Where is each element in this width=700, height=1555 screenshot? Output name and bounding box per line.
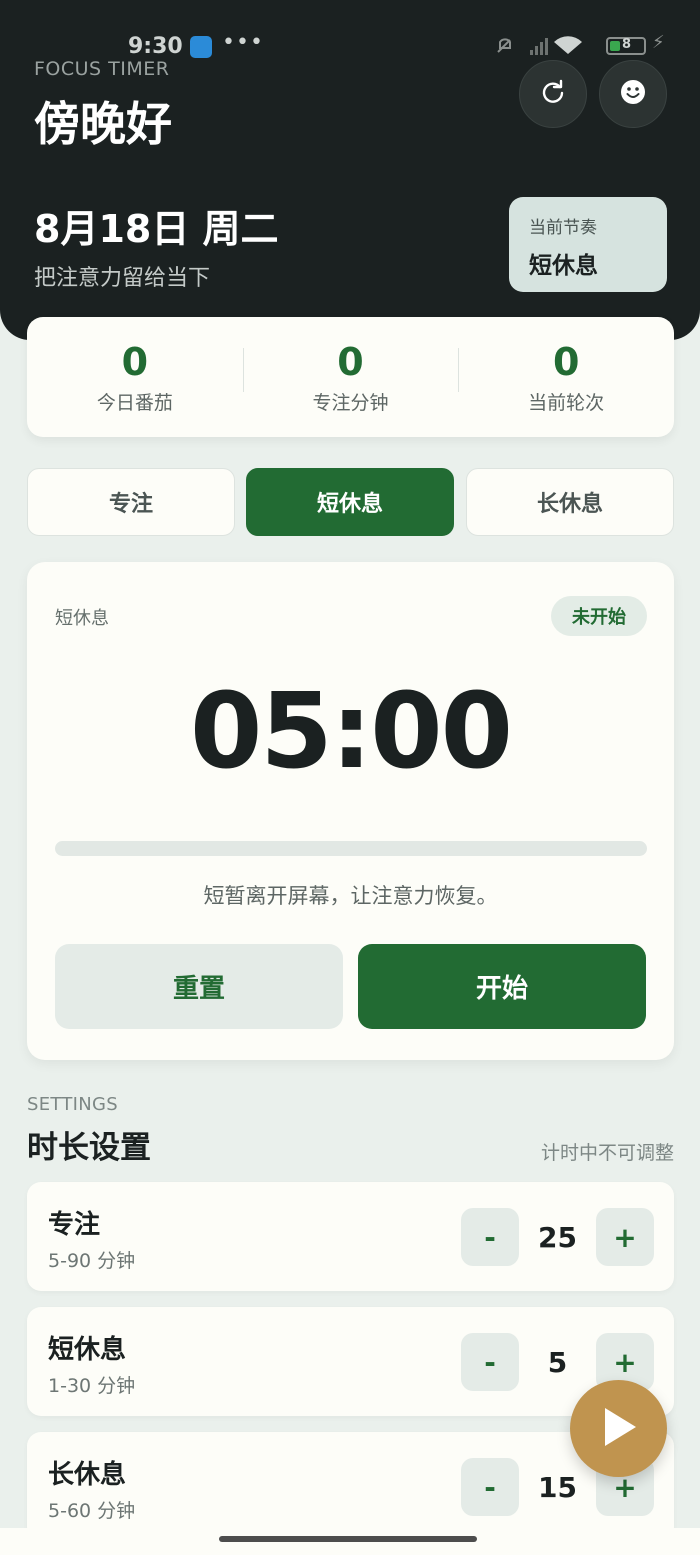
refresh-icon <box>540 79 566 109</box>
reset-button[interactable]: 重置 <box>55 944 343 1029</box>
start-button[interactable]: 开始 <box>358 944 646 1029</box>
stat-current-round: 0 当前轮次 <box>458 340 674 415</box>
stat-value: 0 <box>121 339 149 384</box>
timer-card: 短休息 未开始 05:00 短暂离开屏幕，让注意力恢复。 重置 开始 <box>27 562 674 1060</box>
stat-value: 0 <box>337 339 364 384</box>
setting-name: 短休息 <box>48 1335 127 1365</box>
stat-label: 今日番茄 <box>96 391 173 414</box>
current-rhythm-card: 当前节奏 短休息 <box>509 197 667 292</box>
settings-eyebrow: SETTINGS <box>27 1094 119 1115</box>
stat-today-pomodoros: 0 今日番茄 <box>27 340 243 415</box>
more-notifications-icon: ••• <box>222 30 264 55</box>
stat-focus-minutes: 0 专注分钟 <box>242 339 459 415</box>
header-subtitle: 把注意力留给当下 <box>34 266 211 291</box>
stat-label: 专注分钟 <box>312 391 389 414</box>
signal-wifi-icons <box>494 34 594 63</box>
tab-long-break[interactable]: 长休息 <box>466 468 674 536</box>
stat-value: 0 <box>552 339 580 384</box>
timer-display: 05:00 <box>189 670 513 792</box>
focus-duration-value: 25 <box>538 1220 577 1254</box>
greeting-title: 傍晚好 <box>34 97 172 151</box>
timer-progress-bar <box>55 841 647 856</box>
status-badge: 未开始 <box>551 596 647 636</box>
stat-label: 当前轮次 <box>528 391 605 414</box>
settings-title: 时长设置 <box>27 1130 151 1166</box>
date-label: 8月18日 周二 <box>34 207 279 251</box>
home-indicator[interactable] <box>219 1536 477 1542</box>
timer-hint: 短暂离开屏幕，让注意力恢复。 <box>203 884 498 908</box>
smiley-icon <box>620 79 646 109</box>
tab-short-break[interactable]: 短休息 <box>246 468 454 536</box>
charging-icon: ⚡ <box>652 32 665 53</box>
settings-note: 计时中不可调整 <box>540 1142 674 1164</box>
status-time: 9:30 <box>128 34 183 59</box>
setting-name: 专注 <box>48 1210 101 1240</box>
setting-row-focus: 专注 5-90 分钟 - 25 + <box>27 1182 674 1291</box>
theme-button[interactable] <box>599 60 667 128</box>
tab-focus[interactable]: 专注 <box>27 468 235 536</box>
app-eyebrow: FOCUS TIMER <box>34 58 170 80</box>
header: 9:30 ••• 8 ⚡ FOCUS TIMER 傍晚好 8月18日 周二 把注… <box>0 0 700 340</box>
stats-card: 0 今日番茄 0 专注分钟 0 当前轮次 <box>27 317 674 437</box>
rhythm-value: 短休息 <box>529 253 598 279</box>
decrease-short-break-button[interactable]: - <box>461 1333 519 1391</box>
timer-mode-label: 短休息 <box>55 608 109 629</box>
rhythm-label: 当前节奏 <box>529 218 597 238</box>
setting-row-short-break: 短休息 1-30 分钟 - 5 + <box>27 1307 674 1416</box>
decrease-long-break-button[interactable]: - <box>461 1458 519 1516</box>
app-notification-icon <box>190 36 212 58</box>
long-break-duration-value: 15 <box>538 1470 577 1504</box>
battery-icon: 8 <box>606 37 646 55</box>
floating-play-button[interactable] <box>570 1380 667 1477</box>
play-icon <box>599 1405 639 1453</box>
setting-range: 5-60 分钟 <box>48 1500 136 1522</box>
reset-header-button[interactable] <box>519 60 587 128</box>
setting-range: 1-30 分钟 <box>48 1375 136 1397</box>
increase-focus-button[interactable]: + <box>596 1208 654 1266</box>
decrease-focus-button[interactable]: - <box>461 1208 519 1266</box>
setting-range: 5-90 分钟 <box>48 1250 136 1272</box>
setting-name: 长休息 <box>48 1460 127 1490</box>
short-break-duration-value: 5 <box>547 1345 568 1379</box>
